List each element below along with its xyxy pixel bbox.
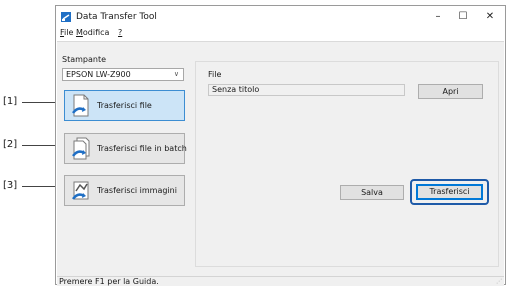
open-button[interactable]: Apri: [418, 84, 483, 99]
printer-select-value: EPSON LW-Z900: [66, 70, 131, 79]
callout-2: [2]: [3, 139, 18, 150]
status-bar: Premere F1 per la Guida. ⋰: [57, 276, 504, 286]
minimize-button[interactable]: –: [424, 8, 452, 26]
app-window: Data Transfer Tool – ☐ ✕ File Modifica ?…: [55, 5, 506, 286]
file-transfer-icon: [72, 94, 89, 117]
save-button[interactable]: Salva: [340, 185, 404, 200]
menu-edit-label: odifica: [82, 28, 110, 37]
menu-bar: File Modifica ?: [56, 28, 505, 40]
file-name-field: Senza titolo: [208, 84, 405, 96]
menu-help-mnemonic: ?: [118, 28, 123, 37]
menu-file[interactable]: File: [60, 28, 73, 37]
resize-grip-icon[interactable]: ⋰: [496, 278, 502, 285]
transfer-images-label: Trasferisci immagini: [97, 186, 177, 195]
transfer-images-button[interactable]: Trasferisci immagini: [64, 175, 185, 206]
menu-file-label: ile: [64, 28, 74, 37]
transfer-file-button[interactable]: Trasferisci file: [64, 90, 185, 121]
title-bar: Data Transfer Tool – ☐ ✕: [56, 6, 505, 28]
status-text: Premere F1 per la Guida.: [59, 277, 159, 286]
callout-1: [1]: [3, 96, 18, 107]
file-label: File: [208, 70, 222, 79]
client-area: Stampante EPSON LW-Z900 ∨ Trasferisci fi…: [57, 41, 504, 277]
image-transfer-icon: [72, 181, 89, 200]
transfer-button[interactable]: Trasferisci: [416, 184, 483, 200]
close-button[interactable]: ✕: [476, 8, 504, 26]
app-icon: [61, 12, 71, 22]
printer-select[interactable]: EPSON LW-Z900 ∨: [62, 68, 184, 81]
transfer-batch-label: Trasferisci file in batch: [97, 144, 187, 153]
transfer-file-label: Trasferisci file: [97, 101, 152, 110]
transfer-batch-button[interactable]: Trasferisci file in batch: [64, 133, 187, 164]
callout-3: [3]: [3, 180, 18, 191]
maximize-button[interactable]: ☐: [449, 8, 477, 26]
chevron-down-icon: ∨: [173, 70, 179, 78]
menu-help[interactable]: ?: [118, 28, 122, 37]
menu-edit[interactable]: Modifica: [76, 28, 109, 37]
printer-label: Stampante: [62, 55, 107, 64]
menu-edit-mnemonic: M: [76, 28, 83, 37]
file-name-value: Senza titolo: [212, 85, 260, 94]
window-title: Data Transfer Tool: [76, 12, 157, 22]
batch-transfer-icon: [72, 137, 90, 160]
